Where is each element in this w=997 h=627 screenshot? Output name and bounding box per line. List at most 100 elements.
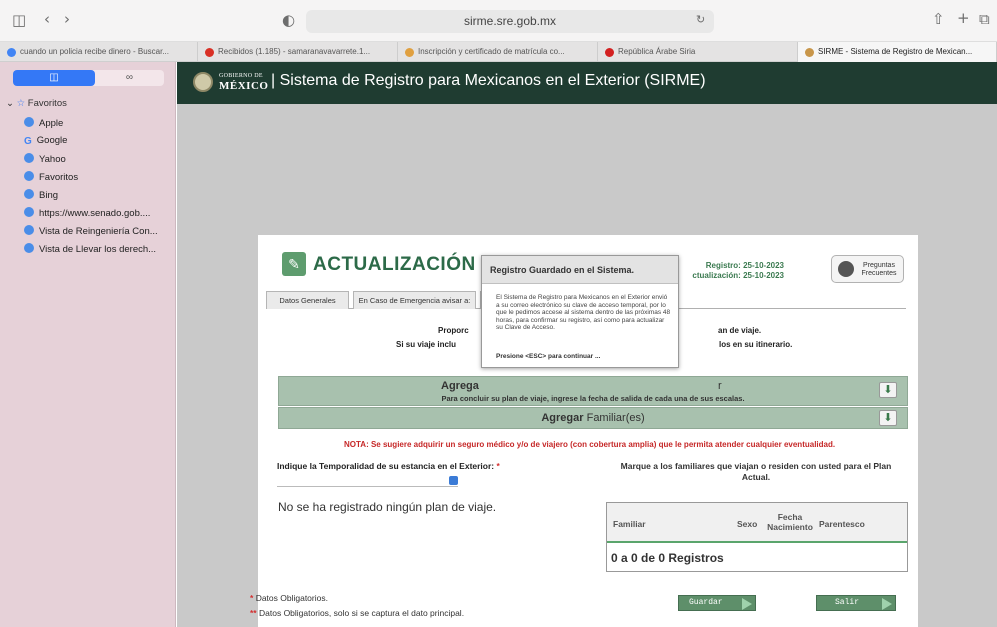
browser-tab[interactable]: cuando un policia recibe dinero - Buscar… <box>0 42 198 62</box>
col-familiar[interactable]: Familiar <box>613 519 646 529</box>
sidebar-toggle-icon[interactable]: ◫ <box>12 13 26 28</box>
download-icon[interactable]: ⬇ <box>879 410 897 426</box>
share-icon[interactable]: ⇧ <box>932 12 945 27</box>
add-familiar-bar[interactable]: Agregar Familiar(es) ⬇ <box>278 407 908 429</box>
exit-label: Salir <box>835 598 860 607</box>
intro-text-right-1: an de viaje. <box>718 326 762 335</box>
favorites-sidebar: ◫ ∞ ⌄ ☆ Favoritos Apple G Google Yahoo Fa… <box>0 62 176 627</box>
url-text: sirme.sre.gob.mx <box>463 14 557 28</box>
reading-list-segment[interactable]: ∞ <box>95 70 164 86</box>
add-plan-bold: Agrega <box>441 380 479 392</box>
legend-text-2: Datos Obligatorios, solo si se captura e… <box>259 608 465 618</box>
registro-date: Registro: 25-10-2023 <box>705 261 784 270</box>
exit-button[interactable]: Salir <box>816 595 896 611</box>
globe-icon <box>24 117 34 127</box>
add-plan-subtitle: Para concluir su plan de viaje, ingrese … <box>441 394 745 403</box>
legend-text-1: Datos Obligatorios. <box>255 593 328 603</box>
page-title: ACTUALIZACIÓN <box>313 254 476 275</box>
tab-label: República Árabe Siria <box>618 47 696 56</box>
sidebar-segmented-control: ◫ ∞ <box>13 70 164 86</box>
favorite-item[interactable]: Vista de Reingeniería Con... <box>24 225 158 237</box>
insurance-note: NOTA: Se sugiere adquirir un seguro médi… <box>344 440 836 449</box>
browser-tab[interactable]: Recibidos (1.185) - samaranavavarrete.1.… <box>198 42 398 62</box>
dialog-message: El Sistema de Registro para Mexicanos en… <box>496 294 671 331</box>
tab-label: Recibidos (1.185) - samaranavavarrete.1.… <box>218 47 371 56</box>
new-tab-icon[interactable]: + <box>957 11 970 26</box>
faq-button[interactable]: Preguntas Frecuentes <box>831 255 904 283</box>
dialog-title: Registro Guardado en el Sistema. <box>482 256 678 284</box>
favorite-item[interactable]: Apple <box>24 117 63 129</box>
familiares-label: Marque a los familiares que viajan o res… <box>620 461 892 482</box>
favorite-item[interactable]: Favoritos <box>24 171 78 183</box>
favorite-label: Vista de Reingeniería Con... <box>39 226 158 237</box>
favorite-item[interactable]: Vista de Llevar los derech... <box>24 243 156 255</box>
tab-datos-generales[interactable]: Datos Generales <box>266 291 349 309</box>
tab-label: SIRME - Sistema de Registro de Mexican..… <box>818 47 973 56</box>
arrow-right-icon <box>742 598 752 610</box>
temporalidad-select[interactable] <box>277 475 458 487</box>
browser-tab[interactable]: República Árabe Siria <box>598 42 798 62</box>
seal-icon <box>405 48 414 57</box>
add-travel-plan-bar[interactable]: Agrega r Para concluir su plan de viaje,… <box>278 376 908 406</box>
save-button[interactable]: Guardar <box>678 595 756 611</box>
temporalidad-label: Indique la Temporalidad de su estancia e… <box>277 461 500 471</box>
chevron-down-icon: ⌄ <box>6 98 14 109</box>
favorites-header[interactable]: ⌄ ☆ Favoritos <box>6 98 67 109</box>
globe-icon <box>24 207 34 217</box>
legend-conditional: ** Datos Obligatorios, solo si se captur… <box>250 608 464 618</box>
add-familiar-bold: Agregar <box>541 412 584 424</box>
browser-toolbar: ◫ ‹ › ◐ sirme.sre.gob.mx ↻ ⇧ + ⧉ <box>0 0 997 42</box>
tab-overview-icon[interactable]: ⧉ <box>979 12 990 27</box>
tab-bar: cuando un policia recibe dinero - Buscar… <box>0 42 997 62</box>
select-arrows-icon <box>449 476 458 485</box>
col-parentesco[interactable]: Parentesco <box>819 519 865 529</box>
favorite-item[interactable]: Yahoo <box>24 153 66 165</box>
globe-icon <box>24 189 34 199</box>
browser-tab-active[interactable]: SIRME - Sistema de Registro de Mexican..… <box>798 42 997 62</box>
favorite-label: Apple <box>39 118 64 129</box>
legend-star-1: * <box>250 593 254 603</box>
address-bar[interactable]: sirme.sre.gob.mx ↻ <box>306 10 714 33</box>
records-count: 0 a 0 de 0 Registros <box>611 551 724 565</box>
download-icon[interactable]: ⬇ <box>879 382 897 398</box>
tab-label: cuando un policia recibe dinero - Buscar… <box>20 47 169 56</box>
favorite-item[interactable]: https://www.senado.gob.... <box>24 207 150 219</box>
forward-icon[interactable]: › <box>64 12 70 27</box>
col-sexo[interactable]: Sexo <box>737 519 757 529</box>
no-plan-message: No se ha registrado ningún plan de viaje… <box>278 500 497 514</box>
col-fecha-nacimiento[interactable]: Fecha Nacimiento <box>765 512 815 532</box>
add-plan-tail: r <box>718 380 722 392</box>
globe-icon <box>24 171 34 181</box>
gmail-icon <box>205 48 214 57</box>
favorite-label: Bing <box>39 190 59 201</box>
document-edit-icon: ✎ <box>282 252 306 276</box>
site-header: GOBIERNO DE MÉXICO | Sistema de Registro… <box>177 62 997 104</box>
favorite-item[interactable]: G Google <box>24 135 67 147</box>
browser-tab[interactable]: Inscripción y certificado de matrícula c… <box>398 42 598 62</box>
intro-text-left-1: Proporc <box>438 326 469 335</box>
lightbulb-icon <box>838 261 854 277</box>
bookmarks-segment[interactable]: ◫ <box>13 70 95 86</box>
familiares-table: Familiar Sexo Fecha Nacimiento Parentesc… <box>606 502 908 572</box>
privacy-shield-icon[interactable]: ◐ <box>282 13 295 28</box>
red-dot-icon <box>605 48 614 57</box>
google-icon <box>7 48 16 57</box>
seal-icon <box>805 48 814 57</box>
registration-dates: Registro: 25-10-2023 ctualización: 25-10… <box>678 261 784 281</box>
logo-line-1: GOBIERNO DE <box>219 73 263 79</box>
reload-icon[interactable]: ↻ <box>696 14 705 25</box>
site-title: | Sistema de Registro para Mexicanos en … <box>271 72 706 89</box>
favorite-item[interactable]: Bing <box>24 189 58 201</box>
arrow-right-icon <box>882 598 892 610</box>
globe-icon <box>24 225 34 235</box>
required-mark: * <box>496 461 500 471</box>
actualizacion-date: ctualización: 25-10-2023 <box>692 271 784 280</box>
tab-emergencia[interactable]: En Caso de Emergencia avisar a: <box>353 291 476 309</box>
legend-required: * Datos Obligatorios. <box>250 593 328 603</box>
back-icon[interactable]: ‹ <box>44 12 50 27</box>
saved-dialog[interactable]: Registro Guardado en el Sistema. El Sist… <box>481 255 679 368</box>
favorites-title: Favoritos <box>27 98 67 109</box>
favorite-label: Favoritos <box>39 172 79 183</box>
save-label: Guardar <box>689 598 723 607</box>
add-familiar-title: Agregar Familiar(es) <box>279 412 907 424</box>
